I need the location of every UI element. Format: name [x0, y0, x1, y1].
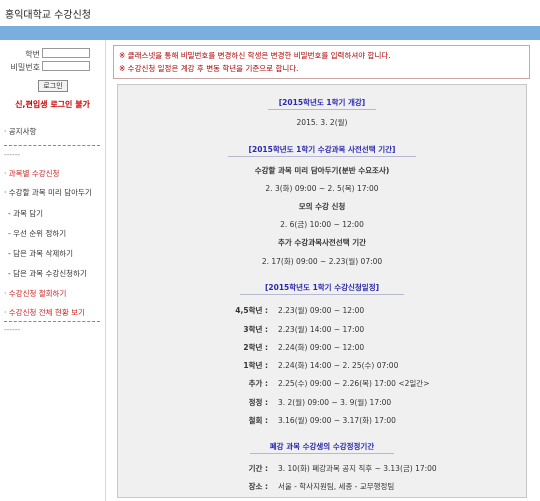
registration-schedule-title: [2015학년도 1학기 수강신청일정]	[264, 283, 380, 292]
closed-course-title: 폐강 과목 수강생의 수강정정기간	[269, 442, 375, 451]
additional-preselect-label: 추가 수강과목사전선택 기간	[277, 238, 367, 247]
closed-course-key: 장소 :	[248, 482, 268, 491]
schedule-row-value: 2.25(수) 09:00 ~ 2.26(목) 17:00 <2일간>	[278, 379, 430, 388]
title-underline	[240, 294, 404, 295]
semester-start-date: 2015. 3. 2(월)	[296, 118, 348, 127]
title-underline	[250, 453, 394, 454]
menu-delete-course[interactable]: - 담은 과목 삭제하기	[8, 248, 73, 259]
title-underline	[228, 156, 416, 157]
header-bar	[0, 26, 540, 40]
closed-course-key: 기간 :	[248, 464, 268, 473]
schedule-row-key: 4,5학년 :	[235, 306, 268, 315]
login-warning: 신,편입생 로그인 불가	[15, 100, 90, 109]
schedule-row-key: 2학년 :	[243, 343, 268, 352]
schedule-row-key: 정정 :	[248, 398, 268, 407]
schedule-panel: [2015학년도 1학기 개강] 2015. 3. 2(월) [2015학년도 …	[117, 84, 527, 498]
menu-cart[interactable]: · 수강할 과목 미리 담아두기	[4, 187, 92, 198]
schedule-row-key: 추가 :	[248, 379, 268, 388]
menu-dashes: ------	[4, 150, 21, 159]
pw-row: 비밀번호	[0, 61, 105, 73]
menu-divider-bottom	[4, 321, 100, 322]
schedule-row-value: 2.24(화) 14:00 ~ 2. 25(수) 07:00	[278, 361, 399, 370]
id-input[interactable]	[42, 48, 90, 58]
menu-priority[interactable]: - 우선 순위 정하기	[8, 228, 66, 239]
preselect-cart-label: 수강할 과목 미리 담아두기(분반 수요조사)	[254, 166, 390, 175]
closed-course-value: 서울 - 학사지원팀, 세종 - 교무행정팀	[278, 482, 395, 491]
menu-cancel-registration[interactable]: · 수강신청 철회하기	[4, 288, 66, 299]
schedule-row-key: 3학년 :	[243, 325, 268, 334]
menu-dashes-bottom: ------	[4, 325, 21, 334]
menu-register-course[interactable]: - 담은 과목 수강신청하기	[8, 268, 87, 279]
schedule-row-value: 3. 2(월) 09:00 ~ 3. 9(월) 17:00	[278, 398, 392, 407]
notice-password: ※ 클래스넷을 통해 비밀번호를 변경하신 학생은 변경한 비밀번호를 입력하셔…	[119, 51, 391, 60]
title-underline	[268, 109, 376, 110]
page-title: 홍익대학교 수강신청	[5, 10, 91, 21]
pw-label: 비밀번호	[10, 63, 40, 72]
mock-registration-date: 2. 6(금) 10:00 ~ 12:00	[280, 220, 364, 229]
mock-registration-label: 모의 수강 신청	[298, 202, 346, 211]
menu-registration-status[interactable]: · 수강신청 전체 현황 보기	[4, 307, 85, 318]
id-row: 학번	[0, 48, 105, 60]
schedule-row-value: 3.16(월) 09:00 ~ 3.17(화) 17:00	[278, 416, 396, 425]
closed-course-value: 3. 10(화) 폐강과목 공지 직후 ~ 3.13(금) 17:00	[278, 464, 437, 473]
preselect-cart-date: 2. 3(화) 09:00 ~ 2. 5(목) 17:00	[265, 184, 379, 193]
schedule-row-key: 철회 :	[248, 416, 268, 425]
id-label: 학번	[25, 50, 40, 59]
menu-course-registration[interactable]: · 과목별 수강신청	[4, 168, 59, 179]
menu-divider	[4, 145, 100, 146]
password-input[interactable]	[42, 61, 90, 71]
login-button[interactable]: 로그인	[38, 80, 68, 92]
menu-add-course[interactable]: - 과목 담기	[8, 208, 43, 219]
additional-preselect-date: 2. 17(화) 09:00 ~ 2.23(월) 07:00	[261, 257, 383, 266]
schedule-row-key: 1학년 :	[243, 361, 268, 370]
schedule-row-value: 2.24(화) 09:00 ~ 12:00	[278, 343, 365, 352]
preselect-title: [2015학년도 1학기 수강과목 사전선택 기간]	[248, 145, 396, 154]
schedule-row-value: 2.23(월) 09:00 ~ 12:00	[278, 306, 365, 315]
sidebar: 학번 비밀번호 로그인 신,편입생 로그인 불가 · 공지사항 ------ ·…	[0, 40, 106, 501]
schedule-row-value: 2.23(월) 14:00 ~ 17:00	[278, 325, 365, 334]
menu-notice[interactable]: · 공지사항	[4, 126, 36, 137]
semester-start-title: [2015학년도 1학기 개강]	[278, 98, 366, 107]
header: 홍익대학교 수강신청	[0, 0, 540, 26]
notice-schedule: ※ 수강신청 일정은 계강 후 변동 학년을 기준으로 합니다.	[119, 64, 299, 73]
notice-box: ※ 클래스넷을 통해 비밀번호를 변경하신 학생은 변경한 비밀번호를 입력하셔…	[113, 45, 530, 79]
